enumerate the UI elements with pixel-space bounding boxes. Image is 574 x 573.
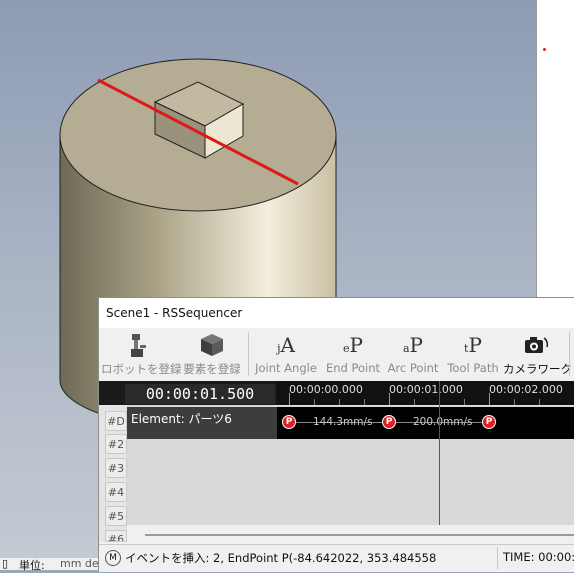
window-title: Scene1 - RSSequencer xyxy=(106,306,243,320)
end-point-icon: eP xyxy=(343,333,363,357)
endpoint-marker-2[interactable]: P xyxy=(382,415,396,429)
segment-speed-1: 144.3mm/s xyxy=(313,416,373,428)
row-number-2[interactable]: #2 xyxy=(105,434,127,454)
row-number-4[interactable]: #4 xyxy=(105,482,127,502)
sequencer-toolbar: ロボットを登録 要素を登録 jA Joint Angle eP End Poin… xyxy=(99,328,574,380)
row-number-3[interactable]: #3 xyxy=(105,458,127,478)
cube-icon xyxy=(179,332,245,358)
element-track-label[interactable]: Element: パーツ6 xyxy=(127,407,277,439)
current-time-display: 00:00:01.500 xyxy=(125,384,275,404)
units-icon: ▯ xyxy=(2,557,9,570)
status-separator xyxy=(497,547,498,569)
toolbar-separator xyxy=(569,332,570,376)
joint-angle-icon: jA xyxy=(277,333,295,357)
ruler-label: 00:00:02.000 xyxy=(489,383,563,396)
register-element-button[interactable]: 要素を登録 xyxy=(179,328,245,380)
row-number-6[interactable]: #6 xyxy=(105,530,127,542)
camera-work-button[interactable]: カメラワーク xyxy=(503,328,572,380)
side-panel xyxy=(536,0,574,300)
units-label: 単位: xyxy=(19,559,45,572)
row-number-d[interactable]: #D xyxy=(105,411,127,431)
status-time: TIME: 00:00:01 xyxy=(503,550,574,564)
joint-angle-button[interactable]: jA Joint Angle xyxy=(253,328,319,380)
camera-icon xyxy=(503,332,567,358)
rssequencer-window[interactable]: Scene1 - RSSequencer ロボットを登録 要素を登録 jA Jo… xyxy=(98,297,574,572)
robot-icon xyxy=(101,332,173,358)
time-cursor[interactable] xyxy=(439,381,440,525)
end-point-button[interactable]: eP End Point xyxy=(323,328,383,380)
endpoint-marker-3[interactable]: P xyxy=(482,415,496,429)
endpoint-marker-1[interactable]: P xyxy=(282,415,296,429)
status-event-text: イベントを挿入: 2, EndPoint P(-84.642022, 353.4… xyxy=(125,551,437,565)
sequencer-status-bar: M イベントを挿入: 2, EndPoint P(-84.642022, 353… xyxy=(99,544,574,572)
ruler-label: 00:00:01.000 xyxy=(389,383,463,396)
row-number-5[interactable]: #5 xyxy=(105,506,127,526)
side-panel-marker xyxy=(543,48,546,51)
toolbar-separator xyxy=(248,332,249,376)
tool-path-button[interactable]: tP Tool Path xyxy=(445,328,501,380)
register-robot-button[interactable]: ロボットを登録 xyxy=(101,328,182,380)
horizontal-scrollbar[interactable] xyxy=(145,534,574,536)
ruler-label: 00:00:00.000 xyxy=(289,383,363,396)
segment-speed-2: 200.0mm/s xyxy=(413,416,473,428)
window-title-bar[interactable]: Scene1 - RSSequencer xyxy=(99,298,574,328)
arc-point-button[interactable]: aP Arc Point xyxy=(385,328,441,380)
tool-path-icon: tP xyxy=(464,333,482,357)
mode-indicator: M xyxy=(105,550,121,566)
timeline-ruler[interactable]: 00:00:00.000 00:00:01.000 00:00:02.000 xyxy=(277,381,574,405)
arc-point-icon: aP xyxy=(402,333,424,357)
